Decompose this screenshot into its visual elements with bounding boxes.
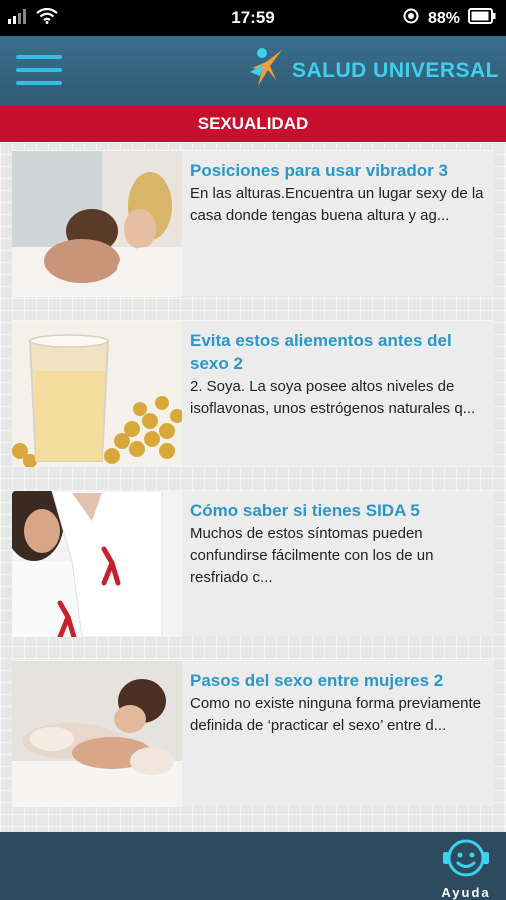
article-excerpt-4: Como no existe ninguna forma previamente… — [190, 695, 481, 734]
article-title-1: Posiciones para usar vibrador 3 — [190, 161, 448, 180]
article-card-1[interactable]: Posiciones para usar vibrador 3 En las a… — [12, 150, 494, 297]
location-icon — [402, 7, 420, 30]
article-thumbnail-4 — [12, 661, 182, 807]
article-card-3[interactable]: Cómo saber si tienes SIDA 5 Muchos de es… — [12, 490, 494, 637]
article-title-2: Evita estos aliementos antes del sexo 2 — [190, 331, 452, 373]
status-bar: 17:59 88% — [0, 0, 506, 36]
help-label: Ayuda — [441, 885, 491, 900]
bottom-bar: Ayuda — [0, 832, 506, 900]
article-card-2[interactable]: Evita estos aliementos antes del sexo 2 … — [12, 320, 494, 467]
article-excerpt-2: 2. Soya. La soya posee altos niveles de … — [190, 378, 476, 417]
article-title-3: Cómo saber si tienes SIDA 5 — [190, 501, 420, 520]
article-list: Posiciones para usar vibrador 3 En las a… — [0, 142, 506, 832]
brand-logo: SALUD UNIVERSAL — [248, 44, 499, 98]
article-excerpt-1: En las alturas.Encuentra un lugar sexy d… — [190, 185, 484, 224]
article-thumbnail-1 — [12, 151, 182, 297]
smiley-headset-icon — [440, 839, 492, 884]
section-title: SEXUALIDAD — [0, 106, 506, 142]
battery-icon — [468, 8, 496, 29]
app-header: SALUD UNIVERSAL — [0, 36, 506, 106]
article-title-4: Pasos del sexo entre mujeres 2 — [190, 671, 444, 690]
article-thumbnail-3 — [12, 491, 182, 637]
battery-percent: 88% — [427, 9, 460, 27]
article-thumbnail-2 — [12, 321, 182, 467]
hamburger-menu-icon[interactable] — [16, 55, 62, 89]
article-excerpt-3: Muchos de estos síntomas pueden confundi… — [190, 525, 434, 586]
article-card-4[interactable]: Pasos del sexo entre mujeres 2 Como no e… — [12, 660, 494, 807]
help-button[interactable]: Ayuda — [436, 836, 496, 900]
brand-name: SALUD UNIVERSAL — [292, 59, 500, 82]
runner-icon — [248, 46, 288, 97]
